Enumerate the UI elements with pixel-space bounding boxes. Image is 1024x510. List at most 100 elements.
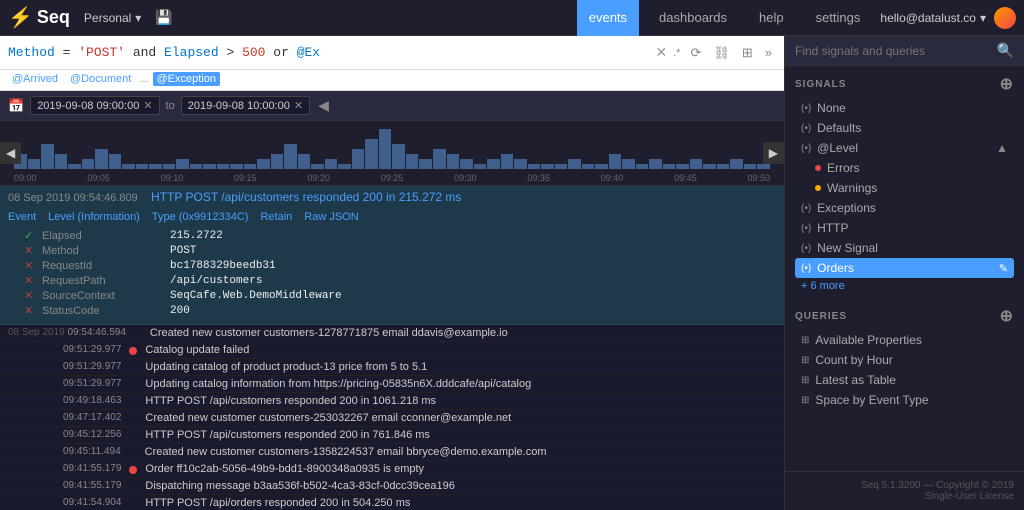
chart-bar[interactable]: [244, 164, 257, 169]
chart-bar[interactable]: [717, 164, 730, 169]
chart-bar[interactable]: [55, 154, 68, 169]
query-latest-as-table[interactable]: ⊞ Latest as Table: [795, 370, 1014, 390]
link-button[interactable]: ⛓: [709, 43, 734, 63]
event-meta-type[interactable]: Type (0x9912334C): [152, 211, 249, 223]
chart-bar[interactable]: [622, 159, 635, 169]
time-back-button[interactable]: ◀: [316, 95, 331, 116]
chart-bar[interactable]: [392, 144, 405, 169]
tag-arrived[interactable]: @Arrived: [8, 72, 62, 86]
event-meta-level[interactable]: Level (Information): [48, 211, 140, 223]
event-meta-event[interactable]: Event: [8, 211, 36, 223]
event-row[interactable]: 09:51:29.977Updating catalog of product …: [0, 359, 784, 376]
event-row[interactable]: 09:45:12.256HTTP POST /api/customers res…: [0, 427, 784, 444]
chart-bar[interactable]: [122, 164, 135, 169]
tag-exception[interactable]: @Exception: [153, 72, 220, 86]
query-regex-button[interactable]: .*: [673, 47, 680, 59]
chart-bar[interactable]: [433, 149, 446, 169]
event-row[interactable]: 09:41:55.179Order ff10c2ab-5056-49b9-bdd…: [0, 461, 784, 478]
chart-bar[interactable]: [419, 159, 432, 169]
chart-bar[interactable]: [757, 164, 770, 169]
time-to[interactable]: 2019-09-08 10:00:00 ✕: [181, 96, 310, 115]
event-row[interactable]: 09:47:17.402Created new customer custome…: [0, 410, 784, 427]
signal-defaults[interactable]: (•) Defaults: [795, 118, 1014, 138]
chart-bar[interactable]: [203, 164, 216, 169]
tag-more[interactable]: ...: [139, 73, 148, 85]
event-row[interactable]: 08 Sep 2019 09:54:46.594Created new cust…: [0, 325, 784, 342]
chart-bar[interactable]: [609, 154, 622, 169]
chart-bar[interactable]: [663, 164, 676, 169]
chart-bar[interactable]: [365, 139, 378, 169]
chart-bar[interactable]: [109, 154, 122, 169]
event-row[interactable]: 09:41:55.179Dispatching message b3aa536f…: [0, 478, 784, 495]
user-menu[interactable]: hello@datalust.co ▾: [880, 7, 1016, 29]
chart-bar[interactable]: [676, 164, 689, 169]
chart-bar[interactable]: [730, 159, 743, 169]
chart-bar[interactable]: [379, 129, 392, 169]
chart-bar[interactable]: [555, 164, 568, 169]
event-row[interactable]: 09:49:18.463HTTP POST /api/customers res…: [0, 393, 784, 410]
event-meta-retain[interactable]: Retain: [260, 211, 292, 223]
chart-bar[interactable]: [690, 159, 703, 169]
time-to-clear[interactable]: ✕: [294, 99, 303, 112]
signal-exceptions[interactable]: (•) Exceptions: [795, 198, 1014, 218]
chart-bar[interactable]: [190, 164, 203, 169]
chart-bar[interactable]: [582, 164, 595, 169]
signals-search-input[interactable]: [795, 44, 991, 58]
chart-next-button[interactable]: ▶: [763, 142, 784, 164]
save-icon[interactable]: 💾: [155, 9, 172, 26]
chart-bar[interactable]: [163, 164, 176, 169]
edit-signal-icon[interactable]: ✎: [999, 262, 1008, 275]
signal-orders[interactable]: (•) Orders ✎: [795, 258, 1014, 278]
chart-bar[interactable]: [352, 149, 365, 169]
chart-bar[interactable]: [230, 164, 243, 169]
chart-bar[interactable]: [149, 164, 162, 169]
columns-button[interactable]: ⊞: [738, 43, 757, 63]
nav-help[interactable]: help: [747, 0, 796, 36]
show-more-signals[interactable]: + 6 more: [795, 278, 1014, 294]
time-from[interactable]: 2019-09-08 09:00:00 ✕: [30, 96, 159, 115]
add-query-button[interactable]: ⊕: [1000, 306, 1014, 326]
event-row[interactable]: 09:51:29.977Updating catalog information…: [0, 376, 784, 393]
chart-bar[interactable]: [703, 164, 716, 169]
chart-bar[interactable]: [176, 159, 189, 169]
tag-document[interactable]: @Document: [66, 72, 135, 86]
signal-errors[interactable]: Errors: [795, 158, 1014, 178]
refresh-button[interactable]: ⟳: [686, 43, 705, 63]
collapse-level-icon[interactable]: ▲: [996, 141, 1008, 155]
chart-bar[interactable]: [271, 154, 284, 169]
chart-bar[interactable]: [68, 164, 81, 169]
signal-http[interactable]: (•) HTTP: [795, 218, 1014, 238]
chart-bar[interactable]: [257, 159, 270, 169]
query-space-by-event-type[interactable]: ⊞ Space by Event Type: [795, 390, 1014, 410]
personal-dropdown[interactable]: Personal ▾: [78, 9, 147, 27]
chart-bar[interactable]: [82, 159, 95, 169]
chart-bar[interactable]: [284, 144, 297, 169]
nav-events[interactable]: events: [577, 0, 639, 36]
chart-bar[interactable]: [501, 154, 514, 169]
more-button[interactable]: »: [761, 43, 776, 63]
event-row[interactable]: 09:41:54.904HTTP POST /api/orders respon…: [0, 495, 784, 510]
chart-bar[interactable]: [311, 164, 324, 169]
chart-bar[interactable]: [568, 159, 581, 169]
signal-level[interactable]: (•) @Level ▲: [795, 138, 1014, 158]
chart-bar[interactable]: [474, 164, 487, 169]
chart-bar[interactable]: [541, 164, 554, 169]
chart-bar[interactable]: [217, 164, 230, 169]
chart-bar[interactable]: [528, 164, 541, 169]
chart-prev-button[interactable]: ◀: [0, 142, 21, 164]
query-count-by-hour[interactable]: ⊞ Count by Hour: [795, 350, 1014, 370]
signal-new-signal[interactable]: (•) New Signal: [795, 238, 1014, 258]
event-row[interactable]: 09:51:29.977Catalog update failed: [0, 342, 784, 359]
chart-bar[interactable]: [95, 149, 108, 169]
nav-dashboards[interactable]: dashboards: [647, 0, 739, 36]
chart-bar[interactable]: [298, 154, 311, 169]
chart-bar[interactable]: [744, 164, 757, 169]
chart-bar[interactable]: [649, 159, 662, 169]
chart-bar[interactable]: [487, 159, 500, 169]
add-signal-button[interactable]: ⊕: [1000, 74, 1014, 94]
calendar-icon[interactable]: 📅: [8, 98, 24, 114]
signal-warnings[interactable]: Warnings: [795, 178, 1014, 198]
chart-bar[interactable]: [41, 144, 54, 169]
query-clear-button[interactable]: ✕: [655, 44, 667, 61]
signal-none[interactable]: (•) None: [795, 98, 1014, 118]
